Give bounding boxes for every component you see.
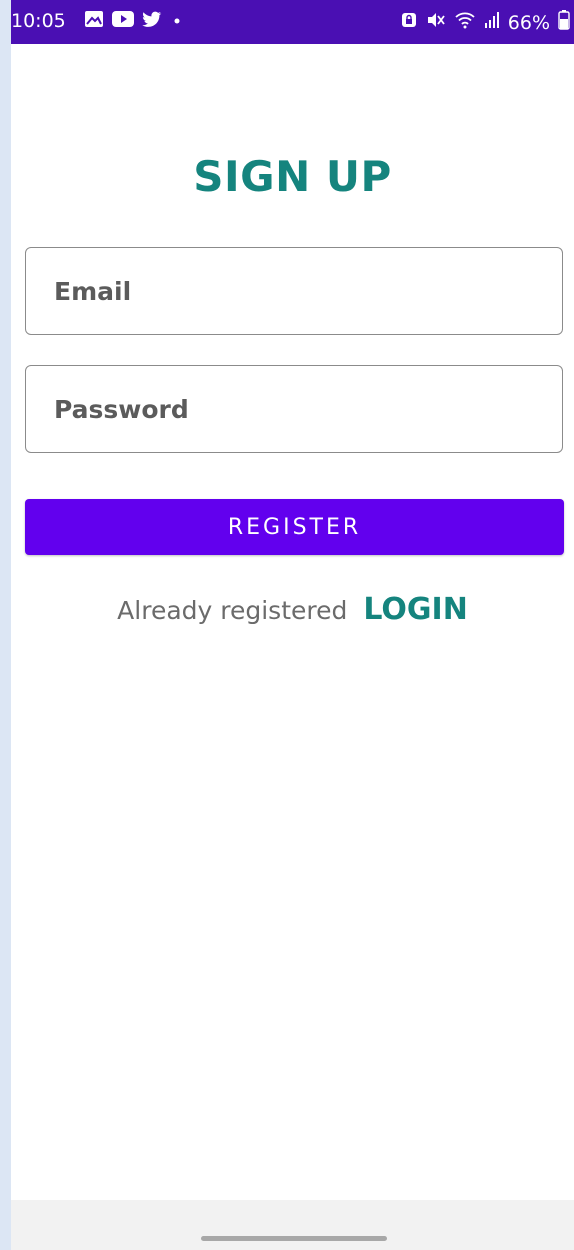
- phone-screen: 10:05 66% SIGN UP Email REGISTER Already…: [11, 0, 574, 1250]
- register-button[interactable]: REGISTER: [25, 499, 564, 555]
- screenshot-background: 10:05 66% SIGN UP Email REGISTER Already…: [0, 0, 574, 1250]
- system-icons: 66%: [400, 10, 570, 35]
- password-field[interactable]: [25, 365, 563, 453]
- signal-icon: [484, 11, 500, 34]
- home-gesture-handle[interactable]: [201, 1236, 387, 1241]
- battery-icon: [558, 10, 570, 35]
- navigation-bar: [11, 1200, 574, 1250]
- battery-level: 66%: [507, 11, 550, 34]
- twitter-icon: [142, 11, 162, 33]
- youtube-icon: [112, 11, 134, 32]
- login-prompt: Already registered LOGIN: [11, 592, 574, 627]
- email-field[interactable]: [25, 247, 563, 335]
- password-input[interactable]: [26, 366, 562, 452]
- mute-icon: [426, 11, 446, 34]
- wifi-icon: [454, 11, 476, 34]
- already-registered-text: Already registered: [117, 596, 348, 625]
- dot-icon: [170, 11, 184, 32]
- lock-icon: [400, 11, 418, 34]
- status-time: 10:05: [11, 10, 66, 32]
- notification-icons: [84, 10, 184, 33]
- page-title: SIGN UP: [193, 152, 392, 201]
- status-bar: 10:05 66%: [11, 0, 574, 44]
- image-icon: [84, 10, 104, 33]
- email-input[interactable]: [26, 248, 562, 334]
- login-link[interactable]: LOGIN: [363, 592, 467, 627]
